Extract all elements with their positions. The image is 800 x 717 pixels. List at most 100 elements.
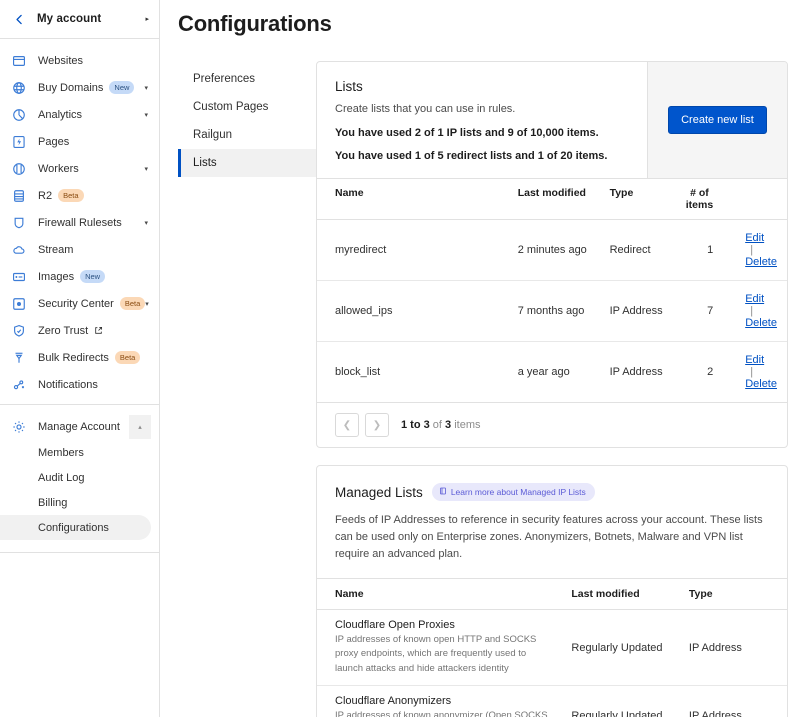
sidebar-item-configurations[interactable]: Configurations xyxy=(0,515,151,540)
action-separator: | xyxy=(750,305,753,317)
chevron-left-icon[interactable]: ❮ xyxy=(335,413,359,437)
chevron-down-icon[interactable]: ▾ xyxy=(144,84,151,92)
workers-icon xyxy=(11,161,27,177)
sidebar-item-manage-account[interactable]: Manage Account ▴ xyxy=(0,413,159,440)
pagination-of: of xyxy=(433,419,442,431)
sidebar-item-workers[interactable]: Workers ▾ xyxy=(0,155,159,182)
chevron-down-icon[interactable]: ▾ xyxy=(145,300,152,308)
collapse-toggle-icon[interactable]: ▴ xyxy=(129,415,151,439)
delete-link[interactable]: Delete xyxy=(745,317,777,329)
sidebar-item-zero-trust[interactable]: Zero Trust xyxy=(0,317,159,344)
learn-more-link[interactable]: Learn more about Managed IP Lists xyxy=(432,483,595,501)
managed-list-description: IP addresses of known anonymizer (Open S… xyxy=(335,709,551,717)
bulk-redirects-icon xyxy=(11,350,27,366)
col-header-type: Type xyxy=(600,179,676,220)
sidebar-item-label: Notifications xyxy=(38,379,98,391)
page-title: Configurations xyxy=(160,0,800,37)
table-row: allowed_ips 7 months ago IP Address 7 Ed… xyxy=(317,281,787,342)
learn-more-label: Learn more about Managed IP Lists xyxy=(451,487,586,497)
sidebar-item-label: Pages xyxy=(38,136,69,148)
managed-list-type: IP Address xyxy=(679,610,787,686)
list-name: myredirect xyxy=(317,220,508,281)
lists-subtitle: Create lists that you can use in rules. xyxy=(335,103,629,115)
col-header-type: Type xyxy=(679,579,787,610)
sidebar-item-buy-domains[interactable]: Buy Domains New ▾ xyxy=(0,74,159,101)
managed-list-last-modified: Regularly Updated xyxy=(561,685,679,717)
col-header-actions xyxy=(723,179,787,220)
edit-link[interactable]: Edit xyxy=(745,232,764,244)
settings-tabs: Preferences Custom Pages Railgun Lists xyxy=(178,61,316,717)
sidebar-item-websites[interactable]: Websites xyxy=(0,47,159,74)
list-actions: Edit | Delete xyxy=(723,281,787,342)
action-separator: | xyxy=(750,244,753,256)
badge-beta: Beta xyxy=(58,189,83,203)
sidebar-item-analytics[interactable]: Analytics ▾ xyxy=(0,101,159,128)
tab-label: Custom Pages xyxy=(193,101,268,113)
edit-link[interactable]: Edit xyxy=(745,293,764,305)
sidebar-item-notifications[interactable]: Notifications xyxy=(0,371,159,398)
sidebar-item-label: Security Center xyxy=(38,298,114,310)
sidebar-item-members[interactable]: Members xyxy=(0,440,159,465)
sidebar-item-label: Analytics xyxy=(38,109,82,121)
sidebar-item-images[interactable]: Images New xyxy=(0,263,159,290)
globe-icon xyxy=(11,80,27,96)
sidebar-item-audit-log[interactable]: Audit Log xyxy=(0,465,159,490)
sidebar-spacer xyxy=(0,552,159,717)
sidebar-item-stream[interactable]: Stream xyxy=(0,236,159,263)
pages-icon xyxy=(11,134,27,150)
app-root: My account ▸ Websites Buy Domains xyxy=(0,0,800,717)
tab-preferences[interactable]: Preferences xyxy=(178,65,316,93)
lists-table-head: Name Last modified Type # of items xyxy=(317,179,787,220)
managed-lists-header: Managed Lists Learn more about Managed I… xyxy=(317,466,787,578)
account-switcher[interactable]: My account ▸ xyxy=(0,0,159,39)
sidebar-item-label: Bulk Redirects xyxy=(38,352,109,364)
delete-link[interactable]: Delete xyxy=(745,256,777,268)
list-item-count: 2 xyxy=(676,342,723,403)
managed-list-type: IP Address xyxy=(679,685,787,717)
col-header-name: Name xyxy=(317,579,561,610)
list-type: Redirect xyxy=(600,220,676,281)
list-last-modified: 2 minutes ago xyxy=(508,220,600,281)
managed-lists-description: Feeds of IP Addresses to reference in se… xyxy=(335,512,769,563)
list-last-modified: a year ago xyxy=(508,342,600,403)
sidebar-item-pages[interactable]: Pages xyxy=(0,128,159,155)
col-header-last-modified: Last modified xyxy=(508,179,600,220)
sidebar-item-billing[interactable]: Billing xyxy=(0,490,159,515)
chevron-right-icon[interactable]: ▸ xyxy=(145,15,149,23)
delete-link[interactable]: Delete xyxy=(745,378,777,390)
list-actions: Edit | Delete xyxy=(723,342,787,403)
list-item-count: 1 xyxy=(676,220,723,281)
managed-list-name: Cloudflare Open Proxies xyxy=(335,619,551,631)
arrow-left-icon[interactable] xyxy=(10,10,28,28)
edit-link[interactable]: Edit xyxy=(745,354,764,366)
sidebar-item-firewall-rulesets[interactable]: Firewall Rulesets ▾ xyxy=(0,209,159,236)
sidebar-subitem-label: Configurations xyxy=(38,522,109,534)
primary-nav: Websites Buy Domains New ▾ Analy xyxy=(0,39,159,404)
list-actions: Edit | Delete xyxy=(723,220,787,281)
col-header-name: Name xyxy=(317,179,508,220)
sidebar-item-bulk-redirects[interactable]: Bulk Redirects Beta xyxy=(0,344,159,371)
chevron-down-icon[interactable]: ▾ xyxy=(144,165,151,173)
pagination-range: 1 to 3 xyxy=(401,419,430,431)
list-type: IP Address xyxy=(600,342,676,403)
tab-custom-pages[interactable]: Custom Pages xyxy=(178,93,316,121)
list-name: block_list xyxy=(317,342,508,403)
lists-card: Lists Create lists that you can use in r… xyxy=(316,61,788,448)
list-name: allowed_ips xyxy=(317,281,508,342)
pagination-summary: 1 to 3 of 3 items xyxy=(401,419,481,431)
chevron-right-icon[interactable]: ❯ xyxy=(365,413,389,437)
tab-railgun[interactable]: Railgun xyxy=(178,121,316,149)
sidebar-item-security-center[interactable]: Security Center Beta ▾ xyxy=(0,290,159,317)
managed-list-last-modified: Regularly Updated xyxy=(561,610,679,686)
chevron-down-icon[interactable]: ▾ xyxy=(144,219,151,227)
sidebar-item-r2[interactable]: R2 Beta xyxy=(0,182,159,209)
browser-window-icon xyxy=(11,53,27,69)
chevron-down-icon[interactable]: ▾ xyxy=(144,111,151,119)
tab-lists[interactable]: Lists xyxy=(178,149,316,177)
create-new-list-button[interactable]: Create new list xyxy=(668,106,767,134)
main-content: Configurations Preferences Custom Pages … xyxy=(160,0,800,717)
external-link-icon[interactable] xyxy=(94,326,103,335)
sidebar: My account ▸ Websites Buy Domains xyxy=(0,0,160,717)
sidebar-subitem-label: Members xyxy=(38,447,84,459)
image-icon xyxy=(11,269,27,285)
